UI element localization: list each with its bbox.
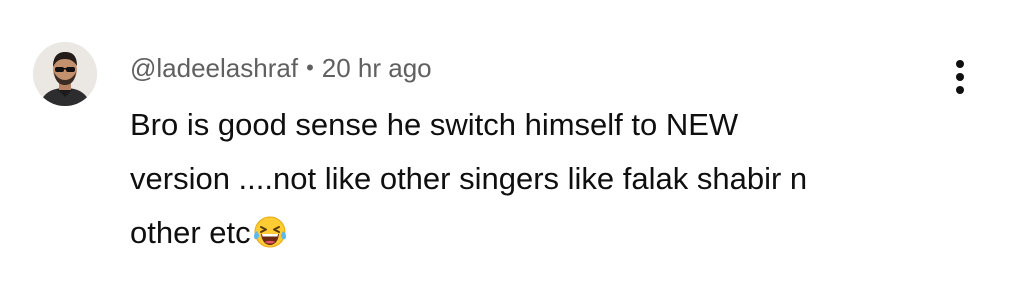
comment-meta: @ladeelashraf • 20 hr ago xyxy=(130,50,432,86)
meta-separator: • xyxy=(306,55,314,80)
more-vertical-icon-dot xyxy=(956,86,964,94)
comment-text-line: version ....not like other singers like … xyxy=(130,161,808,196)
author-name[interactable]: @ladeelashraf xyxy=(130,53,298,83)
comment-text-line: Bro is good sense he switch himself to N… xyxy=(130,107,739,142)
more-vertical-icon xyxy=(956,60,964,68)
comment-item: @ladeelashraf • 20 hr ago Bro is good sens… xyxy=(0,0,1024,288)
avatar-photo-icon xyxy=(33,42,97,106)
comment-text-line-last: other etc xyxy=(130,206,920,260)
comment-timestamp: 20 hr ago xyxy=(321,53,432,83)
more-vertical-icon-dot xyxy=(956,73,964,81)
avatar[interactable] xyxy=(33,42,97,106)
comment-text: Bro is good sense he switch himself to N… xyxy=(130,98,920,260)
more-options-button[interactable] xyxy=(946,56,976,96)
laughing-with-tears-emoji-icon xyxy=(252,214,288,250)
comment-text-line-content: other etc xyxy=(130,215,251,250)
